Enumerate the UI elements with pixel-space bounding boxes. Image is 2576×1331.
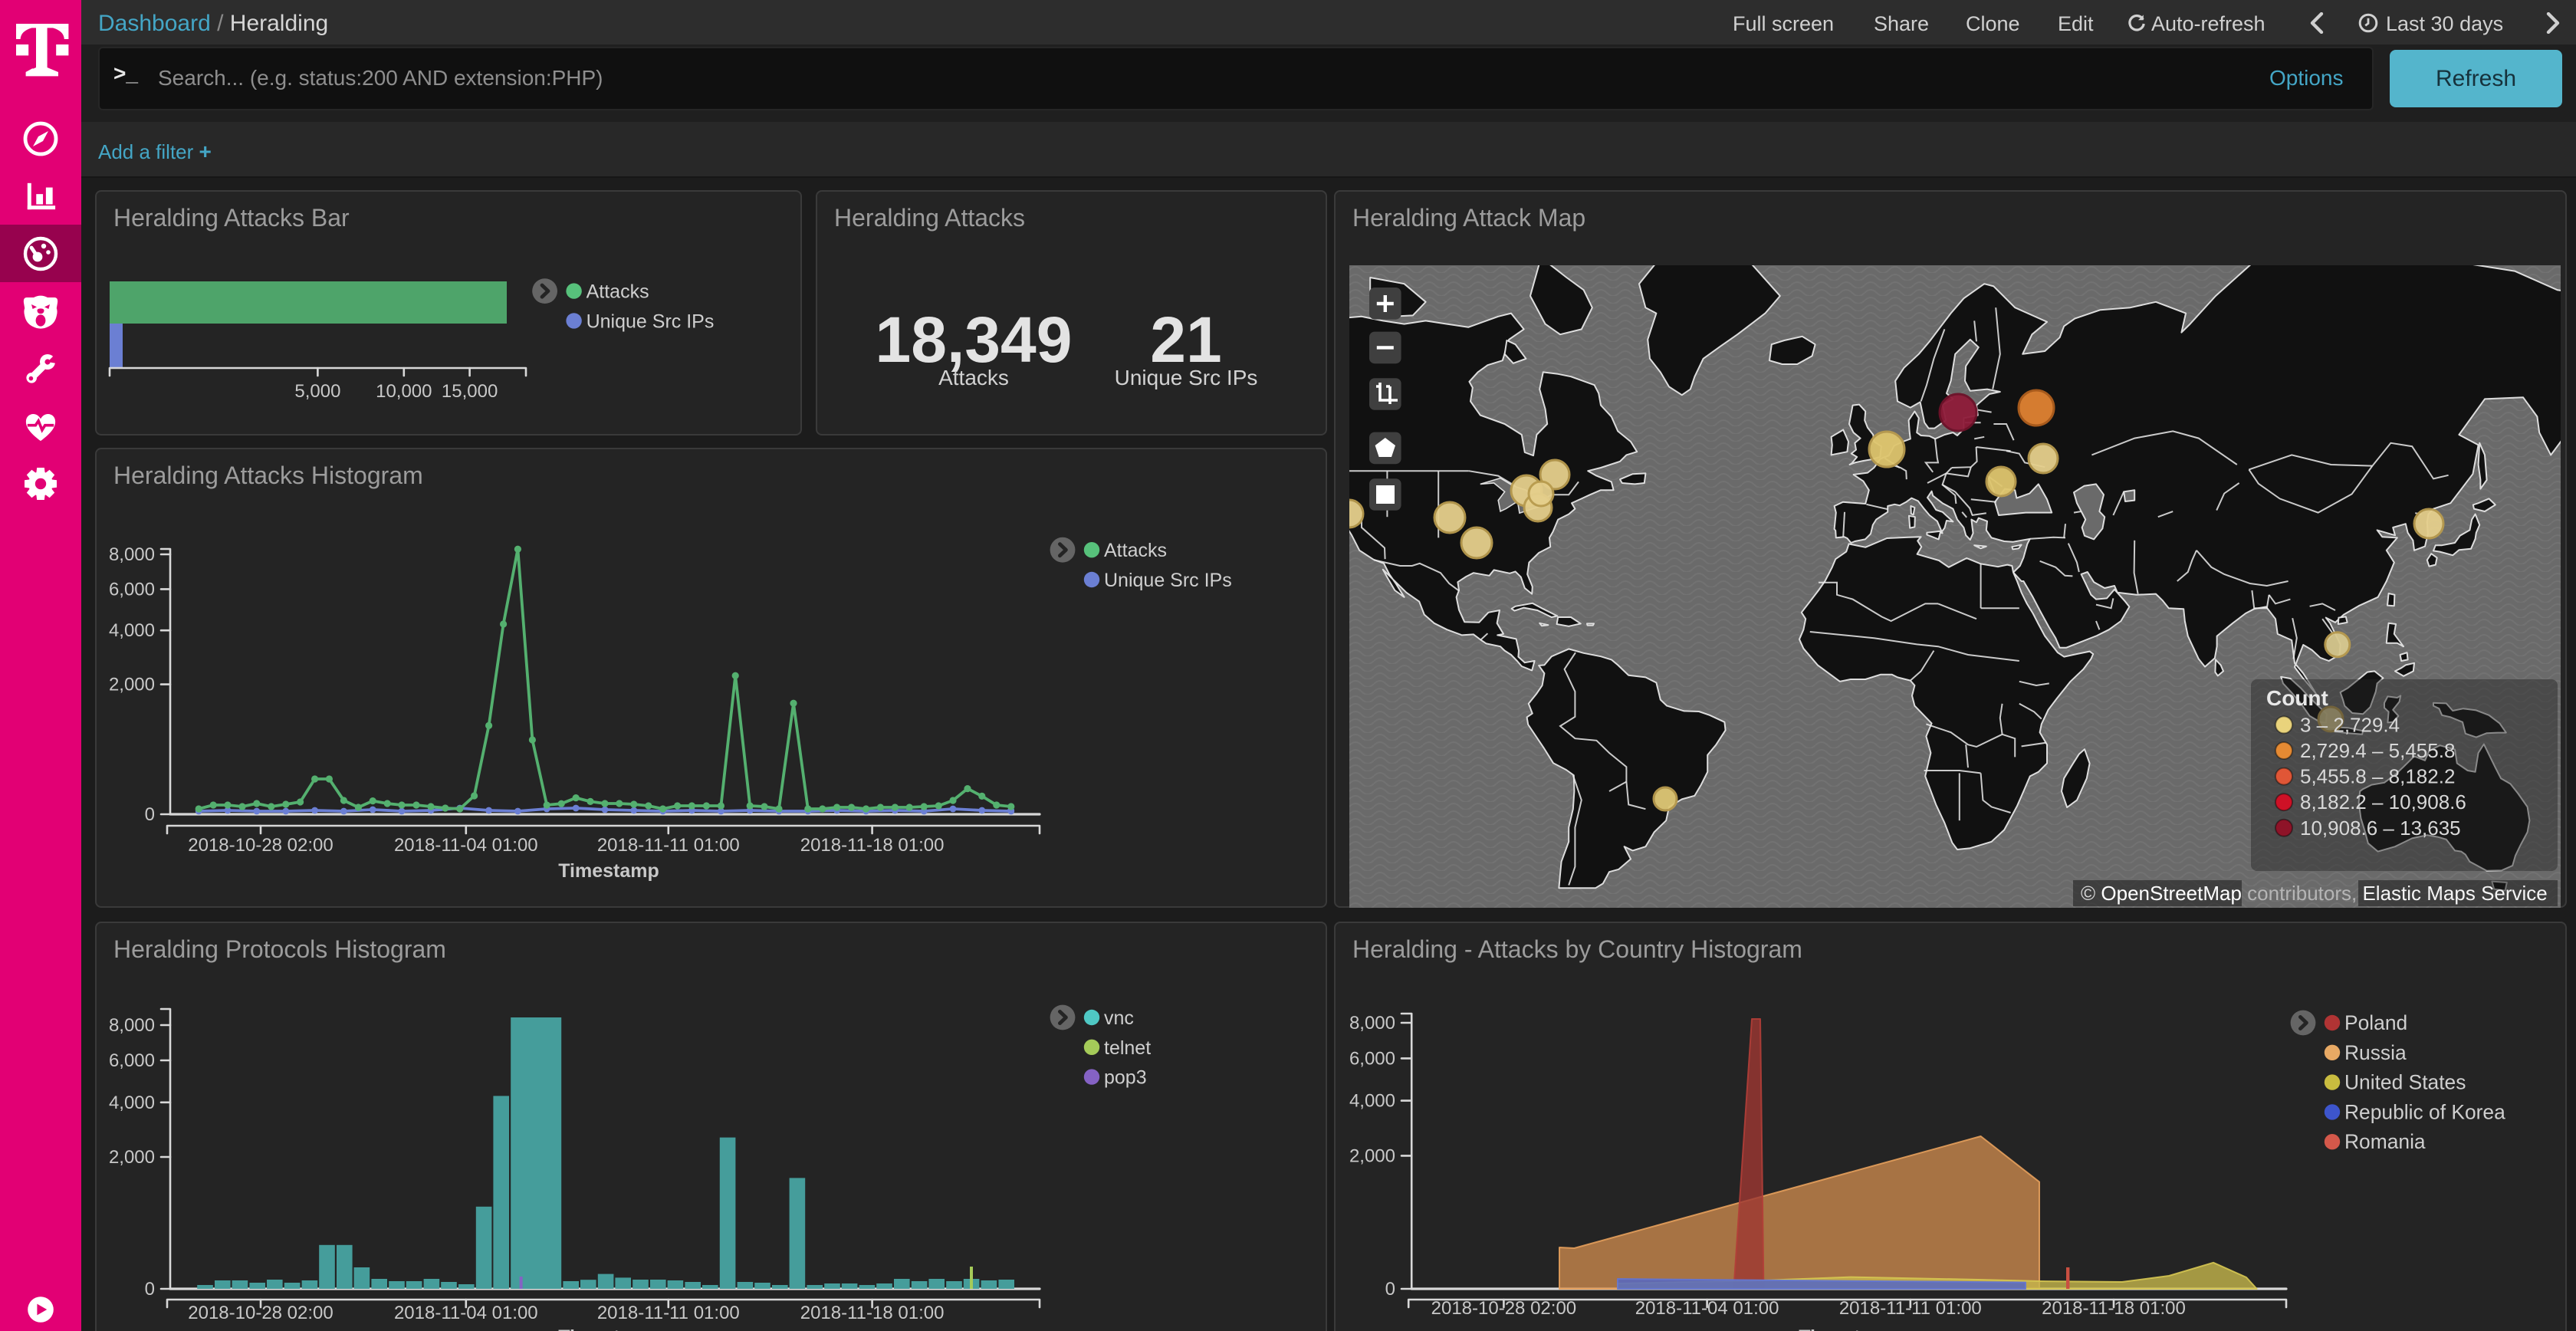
svg-text:2018-11-04 01:00: 2018-11-04 01:00 bbox=[394, 1303, 538, 1323]
svg-text:United States: United States bbox=[2344, 1071, 2466, 1094]
svg-text:10,908.6 – 13,635: 10,908.6 – 13,635 bbox=[2300, 817, 2461, 840]
svg-text:Count: Count bbox=[2266, 686, 2328, 710]
svg-text:2018-11-11 01:00: 2018-11-11 01:00 bbox=[597, 835, 740, 856]
svg-text:Timestamp: Timestamp bbox=[558, 860, 659, 882]
svg-text:2,000: 2,000 bbox=[109, 675, 155, 695]
svg-text:6,000: 6,000 bbox=[109, 1050, 155, 1071]
svg-text:0: 0 bbox=[1385, 1279, 1395, 1300]
svg-text:Russia: Russia bbox=[2344, 1041, 2407, 1064]
svg-text:Timestamp: Timestamp bbox=[558, 1326, 659, 1331]
svg-text:2018-11-11 01:00: 2018-11-11 01:00 bbox=[1839, 1298, 1982, 1319]
svg-text:Romania: Romania bbox=[2344, 1130, 2426, 1153]
svg-text:2018-10-28 02:00: 2018-10-28 02:00 bbox=[188, 1303, 334, 1323]
svg-text:© OpenStreetMap contributors,: © OpenStreetMap contributors, Elastic Ma… bbox=[2081, 882, 2548, 905]
svg-text:4,000: 4,000 bbox=[1349, 1091, 1395, 1112]
svg-text:pop3: pop3 bbox=[1104, 1067, 1147, 1089]
svg-text:Attacks: Attacks bbox=[586, 281, 649, 303]
svg-text:Republic of Korea: Republic of Korea bbox=[2344, 1100, 2505, 1123]
svg-text:telnet: telnet bbox=[1104, 1037, 1151, 1059]
svg-text:Unique Src IPs: Unique Src IPs bbox=[1104, 570, 1232, 591]
svg-text:2018-11-18 01:00: 2018-11-18 01:00 bbox=[800, 1303, 945, 1323]
svg-text:Poland: Poland bbox=[2344, 1011, 2407, 1034]
svg-text:Attacks: Attacks bbox=[1104, 540, 1167, 561]
svg-text:2,000: 2,000 bbox=[1349, 1145, 1395, 1166]
svg-text:3 – 2,729.4: 3 – 2,729.4 bbox=[2300, 713, 2400, 736]
svg-text:Unique Src IPs: Unique Src IPs bbox=[586, 311, 715, 332]
svg-text:2018-11-11 01:00: 2018-11-11 01:00 bbox=[597, 1303, 740, 1323]
svg-text:2018-11-04 01:00: 2018-11-04 01:00 bbox=[394, 835, 538, 856]
svg-text:5,455.8 – 8,182.2: 5,455.8 – 8,182.2 bbox=[2300, 765, 2455, 788]
svg-text:8,000: 8,000 bbox=[109, 544, 155, 565]
svg-text:2018-10-28 02:00: 2018-10-28 02:00 bbox=[1431, 1298, 1577, 1319]
svg-text:8,182.2 – 10,908.6: 8,182.2 – 10,908.6 bbox=[2300, 790, 2466, 813]
svg-text:18,349: 18,349 bbox=[876, 304, 1073, 376]
svg-text:2018-11-04 01:00: 2018-11-04 01:00 bbox=[1635, 1298, 1779, 1319]
svg-text:4,000: 4,000 bbox=[109, 1093, 155, 1113]
svg-text:Unique Src IPs: Unique Src IPs bbox=[1115, 366, 1258, 389]
svg-text:8,000: 8,000 bbox=[109, 1015, 155, 1036]
svg-text:10,000: 10,000 bbox=[376, 381, 432, 402]
svg-text:15,000: 15,000 bbox=[442, 381, 498, 402]
svg-text:2018-11-18 01:00: 2018-11-18 01:00 bbox=[2042, 1298, 2186, 1319]
svg-text:8,000: 8,000 bbox=[1349, 1013, 1395, 1034]
svg-text:6,000: 6,000 bbox=[109, 579, 155, 600]
svg-text:2,729.4 – 5,455.8: 2,729.4 – 5,455.8 bbox=[2300, 739, 2455, 762]
svg-text:5,000: 5,000 bbox=[294, 381, 340, 402]
svg-text:2018-10-28 02:00: 2018-10-28 02:00 bbox=[188, 835, 334, 856]
svg-text:2018-11-18 01:00: 2018-11-18 01:00 bbox=[800, 835, 945, 856]
svg-text:0: 0 bbox=[145, 1279, 155, 1300]
svg-text:0: 0 bbox=[145, 804, 155, 825]
svg-text:6,000: 6,000 bbox=[1349, 1048, 1395, 1069]
svg-text:2,000: 2,000 bbox=[109, 1147, 155, 1168]
svg-text:21: 21 bbox=[1150, 304, 1221, 376]
svg-text:4,000: 4,000 bbox=[109, 620, 155, 641]
svg-text:vnc: vnc bbox=[1104, 1007, 1134, 1029]
svg-text:Attacks: Attacks bbox=[938, 366, 1009, 389]
svg-text:Timestamp: Timestamp bbox=[1799, 1326, 1900, 1331]
